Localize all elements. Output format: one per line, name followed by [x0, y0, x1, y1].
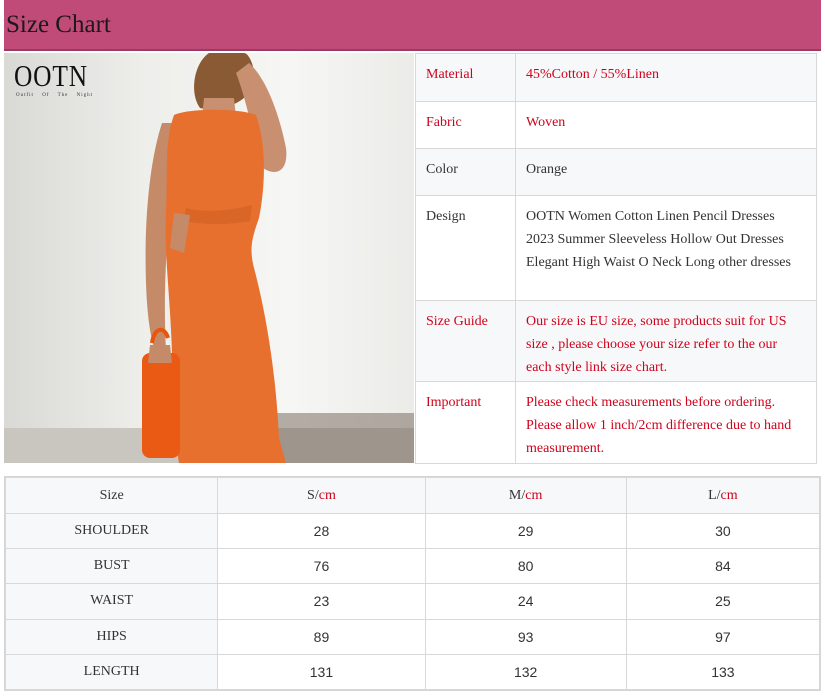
hand — [148, 345, 172, 363]
size-chart-header: Size Chart — [4, 0, 821, 51]
size-table-container: Size S/cm M/cm L/cm SHOULDER 28 29 30 BU… — [4, 476, 821, 691]
info-value: Woven — [515, 101, 817, 149]
info-row-design: Design OOTN Women Cotton Linen Pencil Dr… — [415, 195, 817, 301]
measurement-value: 133 — [625, 653, 821, 691]
info-key: Important — [415, 381, 516, 464]
info-value: Orange — [515, 148, 817, 196]
size-unit: cm — [318, 487, 336, 503]
info-key: Color — [415, 148, 516, 196]
info-row-fabric: Fabric Woven — [415, 101, 817, 149]
info-key: Size Guide — [415, 300, 516, 382]
info-key: Material — [415, 53, 516, 102]
info-value: Our size is EU size, some products suit … — [515, 300, 817, 382]
size-unit: cm — [720, 487, 738, 503]
measurement-value: 30 — [625, 512, 821, 550]
measurement-value: 80 — [424, 548, 627, 585]
measurement-value: 29 — [424, 512, 627, 550]
measurement-value: 25 — [625, 583, 821, 620]
measurement-value: 89 — [217, 618, 426, 655]
table-row: HIPS 89 93 97 — [4, 618, 821, 655]
info-value: 45%Cotton / 55%Linen — [515, 53, 817, 102]
info-key: Design — [415, 195, 516, 301]
table-row: LENGTH 131 132 133 — [4, 653, 821, 691]
measurement-value: 97 — [625, 618, 821, 655]
info-row-color: Color Orange — [415, 148, 817, 196]
orange-handbag — [142, 353, 180, 458]
page-title: Size Chart — [6, 11, 111, 38]
size-letter: L — [708, 487, 717, 503]
measurement-value: 28 — [217, 512, 426, 550]
info-row-material: Material 45%Cotton / 55%Linen — [415, 53, 817, 102]
info-row-size-guide: Size Guide Our size is EU size, some pro… — [415, 300, 817, 382]
logo-tagline: Outfit Of The Night — [16, 93, 94, 98]
table-row: WAIST 23 24 25 — [4, 583, 821, 620]
measurement-value: 23 — [217, 583, 426, 620]
info-value: Please check measurements before orderin… — [515, 381, 817, 464]
size-header-m: M/cm — [424, 477, 627, 514]
size-letter: S — [307, 487, 315, 503]
product-info-table: Material 45%Cotton / 55%Linen Fabric Wov… — [415, 53, 817, 464]
size-measurement-table: Size S/cm M/cm L/cm SHOULDER 28 29 30 BU… — [4, 477, 821, 691]
measurement-name: LENGTH — [4, 653, 219, 691]
measurement-value: 93 — [424, 618, 627, 655]
size-letter: M — [508, 487, 522, 503]
measurement-value: 76 — [217, 548, 426, 585]
table-row: SHOULDER 28 29 30 — [4, 512, 821, 550]
measurement-value: 84 — [625, 548, 821, 585]
measurement-value: 24 — [424, 583, 627, 620]
measurement-value: 131 — [217, 653, 426, 691]
size-unit: cm — [525, 487, 543, 503]
size-header-s: S/cm — [217, 477, 426, 514]
measurement-name: BUST — [4, 548, 219, 585]
info-value: OOTN Women Cotton Linen Pencil Dresses 2… — [515, 195, 817, 301]
logo-wordmark: OOTN — [14, 58, 88, 93]
info-row-important: Important Please check measurements befo… — [415, 381, 817, 464]
table-row: BUST 76 80 84 — [4, 548, 821, 585]
size-header-l: L/cm — [625, 477, 821, 514]
product-photo: OOTN Outfit Of The Night — [4, 53, 414, 463]
measurement-name: HIPS — [4, 618, 219, 655]
measurement-name: WAIST — [4, 583, 219, 620]
size-header-row: Size S/cm M/cm L/cm — [4, 477, 821, 514]
ootn-logo: OOTN Outfit Of The Night — [14, 59, 94, 107]
model-illustration — [4, 53, 414, 463]
info-key: Fabric — [415, 101, 516, 149]
size-header-label: Size — [4, 477, 219, 514]
measurement-value: 132 — [424, 653, 627, 691]
measurement-name: SHOULDER — [4, 512, 219, 550]
